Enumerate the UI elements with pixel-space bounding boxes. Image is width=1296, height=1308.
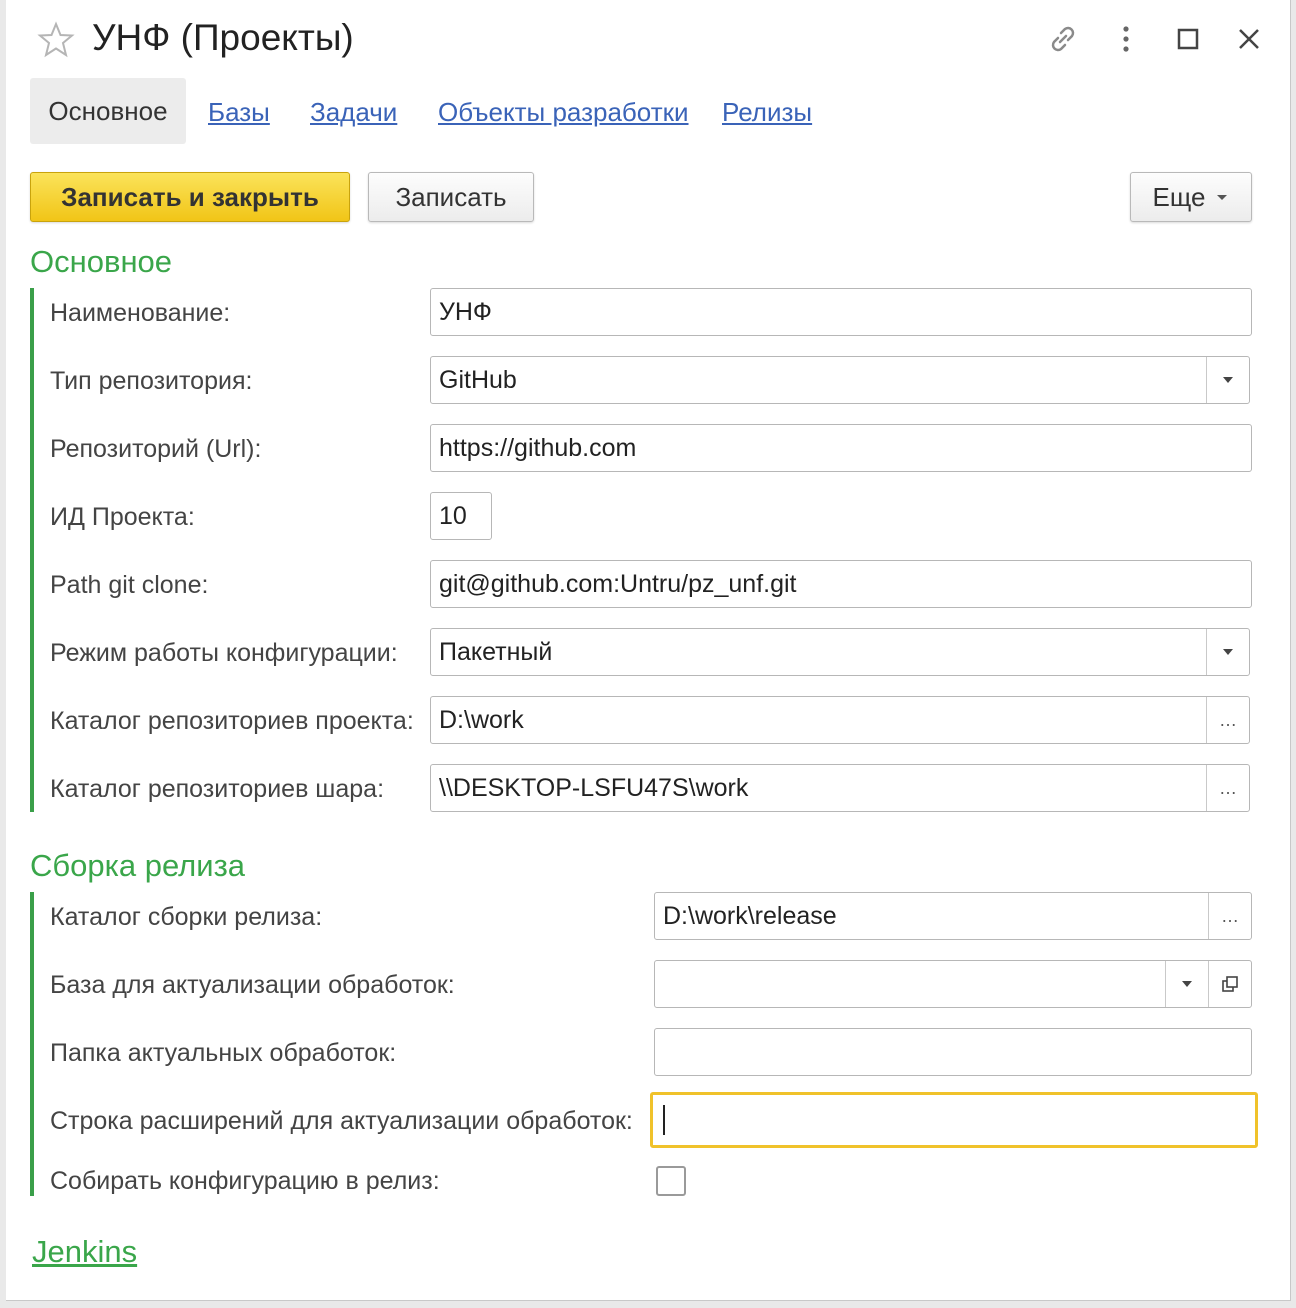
repo-url-value: https://github.com	[439, 433, 637, 462]
maximize-icon[interactable]	[1167, 18, 1209, 60]
git-clone-label: Path git clone:	[50, 571, 209, 599]
open-form-icon[interactable]	[1208, 961, 1251, 1007]
section-release-bar	[30, 892, 34, 1196]
repo-type-value: GitHub	[439, 365, 517, 394]
build-dir-value: D:\work\release	[663, 901, 837, 930]
project-id-field[interactable]: 10	[430, 492, 492, 540]
build-config-label: Собирать конфигурацию в релиз:	[50, 1167, 440, 1195]
tab-main[interactable]: Основное	[30, 78, 186, 144]
browse-ellipsis-icon[interactable]: …	[1206, 697, 1249, 743]
dropdown-arrow-icon[interactable]	[1165, 961, 1208, 1007]
project-repo-dir-label: Каталог репозиториев проекта:	[50, 707, 414, 735]
config-mode-value: Пакетный	[439, 637, 553, 666]
close-icon[interactable]	[1228, 18, 1270, 60]
more-button-label: Еще	[1152, 181, 1206, 212]
project-id-label: ИД Проекта:	[50, 503, 195, 531]
repo-url-label: Репозиторий (Url):	[50, 435, 262, 463]
build-dir-label: Каталог сборки релиза:	[50, 903, 323, 931]
tab-dev-objects[interactable]: Объекты разработки	[438, 94, 689, 130]
project-repo-dir-field[interactable]: D:\work …	[430, 696, 1250, 744]
tab-tasks[interactable]: Задачи	[310, 94, 397, 130]
repo-type-label: Тип репозитория:	[50, 367, 253, 395]
name-label: Наименование:	[50, 299, 231, 327]
project-form-window: УНФ (Проекты) Основное Базы Задачи Объек…	[6, 0, 1291, 1301]
text-caret	[663, 1105, 665, 1135]
actual-folder-field[interactable]	[654, 1028, 1252, 1076]
section-release-title: Сборка релиза	[30, 848, 246, 883]
git-clone-value: git@github.com:Untru/pz_unf.git	[439, 569, 797, 598]
git-clone-field[interactable]: git@github.com:Untru/pz_unf.git	[430, 560, 1252, 608]
section-main-bar	[30, 288, 34, 812]
config-mode-label: Режим работы конфигурации:	[50, 639, 398, 667]
project-repo-dir-value: D:\work	[439, 705, 524, 734]
project-id-value: 10	[439, 501, 467, 530]
ext-string-field[interactable]	[650, 1092, 1258, 1148]
favorite-star-icon[interactable]	[36, 20, 76, 60]
more-button[interactable]: Еще	[1130, 172, 1252, 222]
share-repo-dir-label: Каталог репозиториев шара:	[50, 775, 385, 803]
jenkins-section-link[interactable]: Jenkins	[32, 1232, 137, 1272]
build-dir-field[interactable]: D:\work\release …	[654, 892, 1252, 940]
update-base-label: База для актуализации обработок:	[50, 971, 455, 999]
tab-bases[interactable]: Базы	[208, 94, 270, 130]
section-main-title: Основное	[30, 244, 173, 279]
update-base-select[interactable]	[654, 960, 1252, 1008]
share-repo-dir-field[interactable]: \\DESKTOP-LSFU47S\work …	[430, 764, 1250, 812]
window-title: УНФ (Проекты)	[92, 17, 354, 58]
dropdown-arrow-icon[interactable]	[1206, 629, 1249, 675]
save-and-close-button[interactable]: Записать и закрыть	[30, 172, 350, 222]
actual-folder-label: Папка актуальных обработок:	[50, 1039, 397, 1067]
ext-string-label: Строка расширений для актуализации обраб…	[50, 1107, 633, 1135]
chevron-down-icon	[1217, 195, 1228, 200]
name-value: УНФ	[439, 297, 492, 326]
save-button[interactable]: Записать	[368, 172, 534, 222]
config-mode-select[interactable]: Пакетный	[430, 628, 1250, 676]
browse-ellipsis-icon[interactable]: …	[1206, 765, 1249, 811]
more-vertical-icon[interactable]	[1105, 18, 1147, 60]
tab-releases[interactable]: Релизы	[722, 94, 812, 130]
repo-url-field[interactable]: https://github.com	[430, 424, 1252, 472]
dropdown-arrow-icon[interactable]	[1206, 357, 1249, 403]
share-repo-dir-value: \\DESKTOP-LSFU47S\work	[439, 773, 749, 802]
build-config-checkbox[interactable]	[656, 1166, 686, 1196]
link-icon[interactable]	[1042, 18, 1084, 60]
repo-type-select[interactable]: GitHub	[430, 356, 1250, 404]
name-field[interactable]: УНФ	[430, 288, 1252, 336]
browse-ellipsis-icon[interactable]: …	[1208, 893, 1251, 939]
